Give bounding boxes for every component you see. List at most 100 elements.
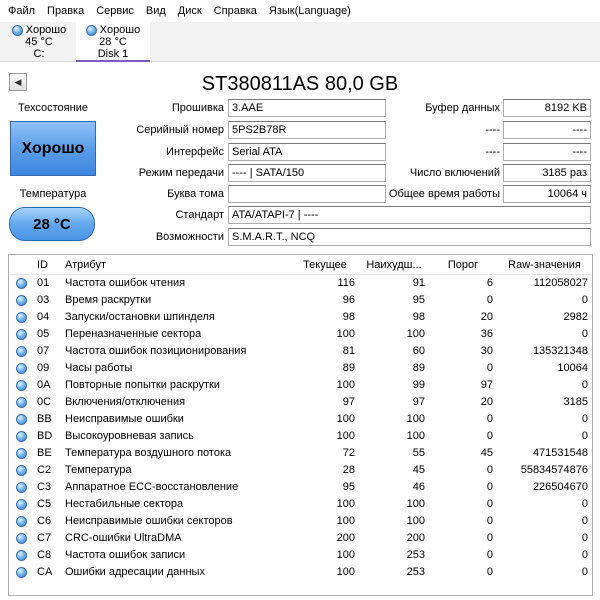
- status-dot-cell: [9, 329, 33, 340]
- menu-service[interactable]: Сервис: [90, 0, 140, 22]
- menu-help[interactable]: Справка: [208, 0, 263, 22]
- buffer-field: 8192 KB: [503, 99, 591, 117]
- worst-value: 253: [406, 566, 425, 578]
- table-row[interactable]: C5 Нестабильные сектора 100 100 0 0: [9, 496, 592, 513]
- table-row[interactable]: C6 Неисправимые ошибки секторов 100 100 0 0: [9, 513, 592, 530]
- status-dot-icon: [15, 482, 27, 493]
- status-dot-icon: [15, 516, 27, 527]
- attribute-name: Часы работы: [65, 362, 133, 374]
- table-row[interactable]: BE Температура воздушного потока 72 55 45 471…: [9, 445, 592, 462]
- status-dot-icon: [15, 550, 27, 561]
- worst-value: 99: [412, 379, 425, 391]
- power-on-count-label: Число включений: [409, 167, 500, 179]
- menu-bar: Файл Правка Сервис Вид Диск Справка Язык…: [0, 0, 600, 22]
- header-attribute[interactable]: Атрибут: [61, 259, 291, 271]
- table-row[interactable]: 09 Часы работы 89 89 0 10064: [9, 360, 592, 377]
- status-dot-icon: [15, 465, 27, 476]
- status-dot-cell: [9, 414, 33, 425]
- current-value: 89: [342, 362, 355, 374]
- attribute-name: Включения/отключения: [65, 396, 186, 408]
- threshold-value: 20: [480, 396, 493, 408]
- attribute-name: Неисправимые ошибки секторов: [65, 515, 233, 527]
- disk-tab-disk1[interactable]: Хорошо 28 °C Disk 1: [76, 22, 150, 62]
- table-row[interactable]: C8 Частота ошибок записи 100 253 0 0: [9, 547, 592, 564]
- header-worst[interactable]: Наихудш...: [359, 259, 429, 271]
- power-on-hours-label: Общее время работы: [388, 188, 500, 200]
- status-dot-cell: [9, 567, 33, 578]
- table-row[interactable]: 0A Повторные попытки раскрутки 100 99 97 0: [9, 377, 592, 394]
- disk-tab-temp: 28 °C: [99, 36, 127, 48]
- attribute-id: 0A: [37, 379, 51, 391]
- table-row[interactable]: 07 Частота ошибок позиционирования 81 60 30 1…: [9, 343, 592, 360]
- current-value: 100: [336, 549, 355, 561]
- table-row[interactable]: C7 CRC-ошибки UltraDMA 200 200 0 0: [9, 530, 592, 547]
- status-dot-cell: [9, 533, 33, 544]
- unused-field-1: ----: [503, 121, 591, 139]
- header-threshold[interactable]: Порог: [429, 259, 497, 271]
- threshold-value: 0: [486, 413, 493, 425]
- threshold-value: 0: [486, 464, 493, 476]
- header-raw[interactable]: Raw-значения: [497, 259, 592, 271]
- menu-view[interactable]: Вид: [140, 0, 172, 22]
- raw-value: 226504670: [532, 481, 588, 493]
- menu-language[interactable]: Язык(Language): [263, 0, 357, 22]
- status-dot-icon: [15, 397, 27, 408]
- disk-model-title: ST380811AS 80,0 GB: [201, 73, 399, 95]
- table-row[interactable]: 04 Запуски/остановки шпинделя 98 98 20 2982: [9, 309, 592, 326]
- status-dot-cell: [9, 278, 33, 289]
- header-current[interactable]: Текущее: [291, 259, 359, 271]
- status-dot-cell: [9, 516, 33, 527]
- status-dot-cell: [9, 363, 33, 374]
- status-dot-cell: [9, 380, 33, 391]
- raw-value: 55834574876: [520, 464, 588, 476]
- power-on-count-field: 3185 раз: [503, 164, 591, 182]
- status-dot-icon: [15, 363, 27, 374]
- status-dot-icon: [15, 414, 27, 425]
- health-status-badge[interactable]: Хорошо: [10, 121, 96, 176]
- table-row[interactable]: BD Высокоуровневая запись 100 100 0 0: [9, 428, 592, 445]
- status-dot-cell: [9, 397, 33, 408]
- unused-field-2: ----: [503, 143, 591, 161]
- raw-value: 0: [581, 515, 588, 527]
- status-dot-icon: [15, 295, 27, 306]
- threshold-value: 0: [486, 549, 493, 561]
- smart-attributes-table[interactable]: ID Атрибут Текущее Наихудш... Порог Raw-…: [8, 254, 593, 596]
- table-row[interactable]: 05 Переназначенные сектора 100 100 36 0: [9, 326, 592, 343]
- table-row[interactable]: 01 Частота ошибок чтения 116 91 6 112058027: [9, 275, 592, 292]
- attribute-id: C7: [37, 532, 52, 544]
- attribute-id: C5: [37, 498, 52, 510]
- status-dot-icon: [15, 329, 27, 340]
- interface-field: Serial ATA: [228, 143, 386, 161]
- current-value: 116: [337, 277, 355, 289]
- table-row[interactable]: C2 Температура 28 45 0 55834574876: [9, 462, 592, 479]
- attribute-id: CA: [37, 566, 53, 578]
- header-id[interactable]: ID: [33, 259, 61, 271]
- interface-label: Интерфейс: [166, 146, 224, 158]
- threshold-value: 0: [486, 430, 493, 442]
- table-row[interactable]: BB Неисправимые ошибки 100 100 0 0: [9, 411, 592, 428]
- worst-value: 89: [412, 362, 425, 374]
- table-row[interactable]: 03 Время раскрутки 96 95 0 0: [9, 292, 592, 309]
- worst-value: 97: [412, 396, 425, 408]
- table-row[interactable]: C3 Аппаратное ECC-восстановление 95 46 0 2265…: [9, 479, 592, 496]
- attribute-name: Температура: [65, 464, 132, 476]
- menu-edit[interactable]: Правка: [41, 0, 90, 22]
- attribute-name: Высокоуровневая запись: [65, 430, 194, 442]
- menu-file[interactable]: Файл: [0, 0, 41, 22]
- attribute-id: BD: [37, 430, 53, 442]
- current-value: 200: [336, 532, 355, 544]
- disk-tab-c[interactable]: Хорошо 45 °C C:: [2, 22, 76, 62]
- table-row[interactable]: 0C Включения/отключения 97 97 20 3185: [9, 394, 592, 411]
- menu-disk[interactable]: Диск: [172, 0, 208, 22]
- raw-value: 0: [581, 379, 588, 391]
- attribute-name: Частота ошибок позиционирования: [65, 345, 247, 357]
- attribute-name: Аппаратное ECC-восстановление: [65, 481, 239, 493]
- threshold-value: 20: [480, 311, 493, 323]
- temperature-label: Температура: [19, 188, 87, 200]
- attribute-name: Нестабильные сектора: [65, 498, 184, 510]
- status-dot-cell: [9, 431, 33, 442]
- disk-tab-name: Disk 1: [97, 48, 129, 60]
- health-status-icon: [11, 24, 23, 36]
- table-row[interactable]: CA Ошибки адресации данных 100 253 0 0: [9, 564, 592, 581]
- attribute-name: Повторные попытки раскрутки: [65, 379, 220, 391]
